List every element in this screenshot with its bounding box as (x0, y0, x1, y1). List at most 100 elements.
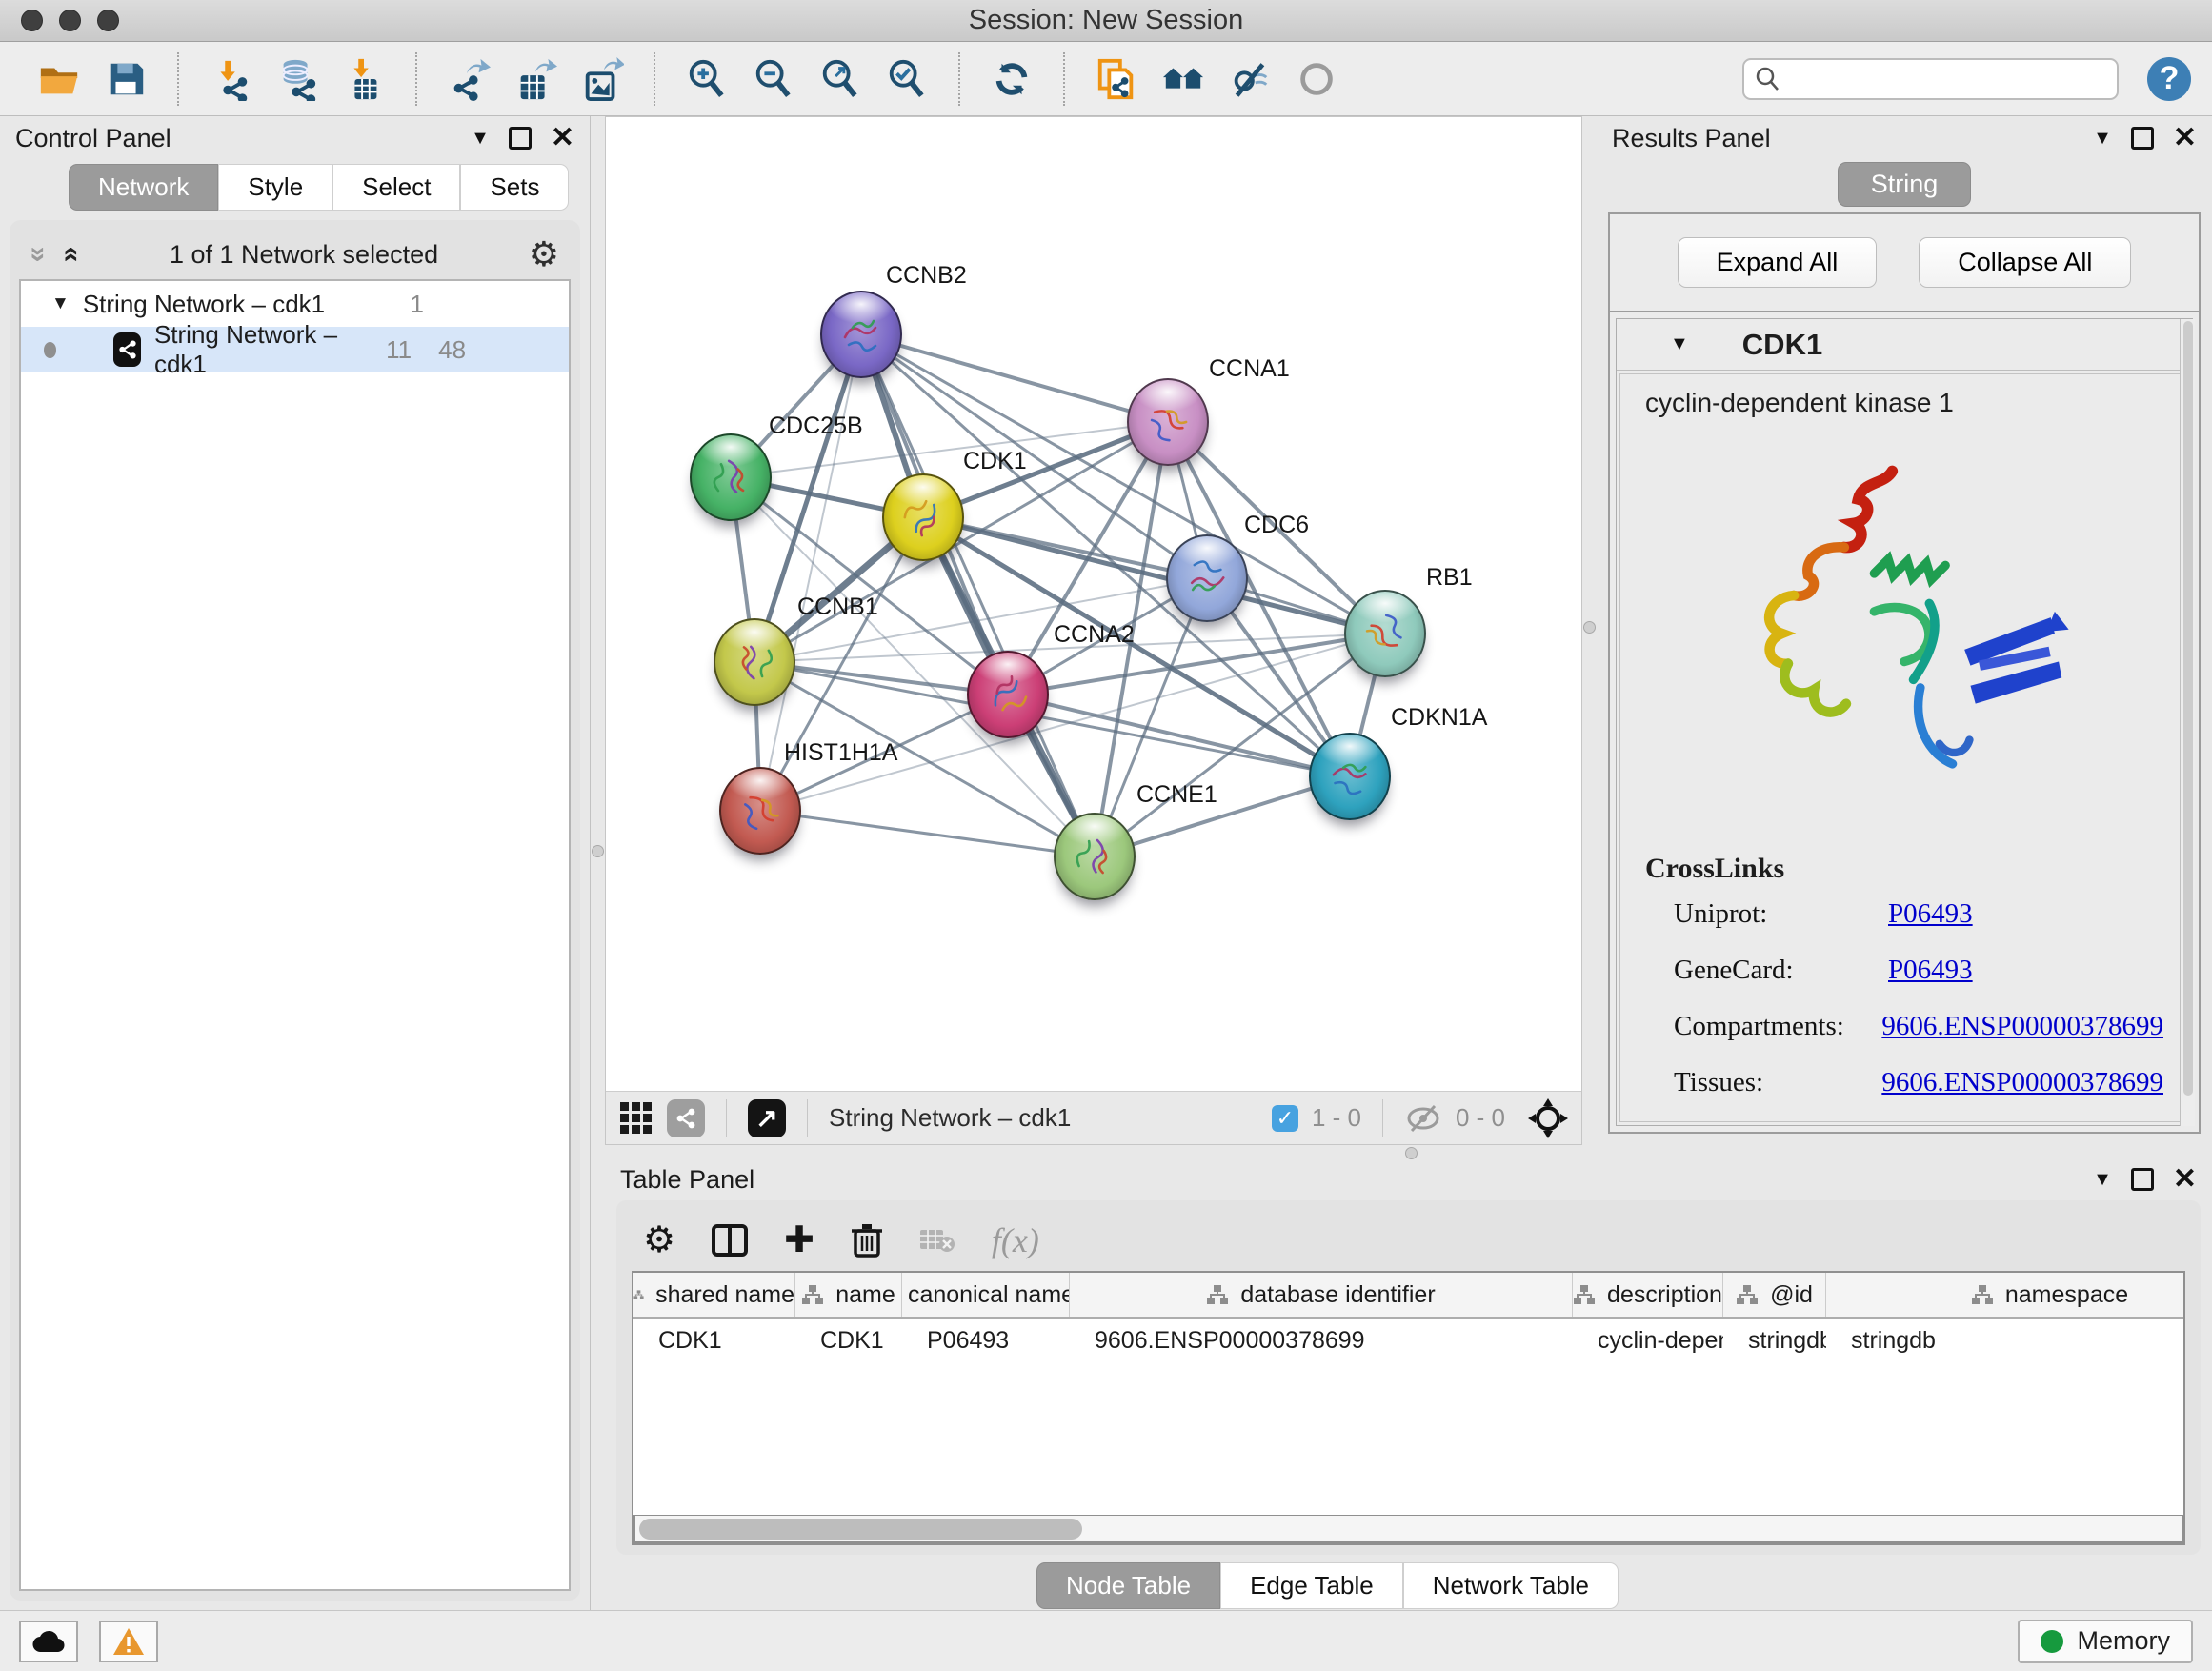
collapse-all-networks-icon[interactable]: » (22, 247, 54, 263)
control-panel-menu-caret-icon[interactable]: ▼ (471, 128, 490, 150)
node-RB1[interactable] (1344, 590, 1426, 677)
network-options-gear-icon[interactable]: ⚙ (529, 237, 559, 272)
create-column-plus-icon[interactable]: ✚ (784, 1222, 814, 1258)
eye-icon (1295, 57, 1338, 101)
column-header-namespace[interactable]: namespace (1826, 1273, 2185, 1317)
export-network-button[interactable] (446, 56, 492, 102)
node-CDKN1A[interactable] (1309, 733, 1391, 820)
edge-CCNB2-CCNA1[interactable] (861, 334, 1168, 422)
tab-network[interactable]: Network (69, 164, 218, 211)
tab-sets[interactable]: Sets (460, 164, 569, 211)
column-header-shared-name[interactable]: shared name (633, 1273, 795, 1317)
column-header-canonical-name[interactable]: canonical name (902, 1273, 1070, 1317)
tab-node-table[interactable]: Node Table (1036, 1562, 1220, 1609)
protein-thumbnail-icon (703, 450, 758, 505)
column-header-name[interactable]: name (795, 1273, 902, 1317)
crosslink-link[interactable]: 9606.ENSP00000378699 (1881, 1067, 2163, 1098)
scrollbar-thumb[interactable] (639, 1519, 1082, 1540)
edge-CCNB2-CCNE1[interactable] (861, 334, 1095, 856)
export-table-button[interactable] (513, 56, 558, 102)
edge-HIST1H1A-CCNE1[interactable] (760, 811, 1095, 856)
import-network-database-button[interactable] (274, 56, 320, 102)
birdseye-crosshair-icon[interactable] (1528, 1098, 1568, 1138)
results-scrollbar[interactable] (2180, 319, 2195, 1126)
export-image-button[interactable] (579, 56, 625, 102)
gene-section-caret-icon[interactable]: ▼ (1670, 333, 1689, 355)
crosslink-link[interactable]: 9606.ENSP00000378699 (1881, 1011, 2163, 1042)
string-home-button[interactable] (1160, 56, 1206, 102)
edge-CDK1-RB1[interactable] (923, 517, 1385, 634)
warning-status-button[interactable] (99, 1621, 158, 1662)
tab-select[interactable]: Select (332, 164, 460, 211)
horizontal-splitter[interactable] (605, 1145, 2212, 1160)
splitter-handle[interactable] (1583, 621, 1596, 634)
zoom-in-button[interactable] (684, 56, 730, 102)
refresh-button[interactable] (989, 56, 1035, 102)
help-button[interactable]: ? (2147, 57, 2191, 101)
control-panel-close-icon[interactable]: ✕ (551, 124, 574, 152)
zoom-out-button[interactable] (751, 56, 796, 102)
column-header-description[interactable]: description (1573, 1273, 1723, 1317)
detach-view-icon[interactable]: ↗ (748, 1099, 786, 1137)
node-CCNA1[interactable] (1127, 378, 1209, 466)
column-header--id[interactable]: @id (1723, 1273, 1826, 1317)
tab-string[interactable]: String (1838, 162, 1972, 207)
vertical-splitter-right[interactable] (1582, 116, 1597, 1145)
tab-edge-table[interactable]: Edge Table (1220, 1562, 1403, 1609)
results-panel-float-icon[interactable] (2131, 127, 2154, 150)
network-edge-count: 48 (438, 335, 466, 365)
tab-style[interactable]: Style (218, 164, 332, 211)
column-header-database-identifier[interactable]: database identifier (1070, 1273, 1573, 1317)
table-panel-close-icon[interactable]: ✕ (2173, 1165, 2197, 1194)
import-network-file-button[interactable] (208, 56, 253, 102)
expand-all-button[interactable]: Expand All (1678, 237, 1878, 288)
search-input[interactable] (1788, 64, 2107, 93)
splitter-handle[interactable] (1405, 1147, 1418, 1159)
delete-column-trash-icon[interactable] (851, 1222, 883, 1258)
import-table-icon (342, 57, 386, 101)
results-panel-menu-caret-icon[interactable]: ▼ (2093, 128, 2112, 150)
memory-button[interactable]: Memory (2018, 1620, 2193, 1663)
zoom-out-icon (752, 57, 795, 101)
table-horizontal-scrollbar[interactable] (633, 1515, 2183, 1543)
node-CCNA2[interactable] (967, 651, 1049, 738)
node-CCNE1[interactable] (1054, 813, 1136, 900)
zoom-selected-button[interactable] (884, 56, 930, 102)
cloud-status-button[interactable] (19, 1621, 78, 1662)
import-table-file-button[interactable] (341, 56, 387, 102)
results-panel-close-icon[interactable]: ✕ (2173, 124, 2197, 152)
show-eye-button[interactable] (1294, 56, 1339, 102)
collapse-all-button[interactable]: Collapse All (1919, 237, 2131, 288)
hide-glasses-button[interactable] (1227, 56, 1273, 102)
table-row[interactable]: CDK1CDK1P064939606.ENSP00000378699cyclin… (633, 1319, 2183, 1362)
clone-network-button[interactable] (1094, 56, 1139, 102)
expand-all-networks-icon[interactable]: « (55, 247, 88, 263)
save-session-button[interactable] (103, 56, 149, 102)
network-canvas[interactable]: CCNB2 CCNA1 CDC25B CDK1 CDC6 RB1 (606, 117, 1581, 1091)
node-CDC25B[interactable] (690, 433, 772, 521)
table-panel-float-icon[interactable] (2131, 1168, 2154, 1191)
table-options-gear-icon[interactable]: ⚙ (643, 1222, 675, 1258)
table-panel-menu-caret-icon[interactable]: ▼ (2093, 1169, 2112, 1191)
crosslink-link[interactable]: P06493 (1888, 898, 1973, 930)
vertical-splitter-left[interactable] (591, 116, 605, 1610)
crosslink-link[interactable]: P06493 (1888, 955, 1973, 986)
crosslink-row: GeneCard:P06493 (1674, 955, 2163, 986)
tab-network-table[interactable]: Network Table (1403, 1562, 1619, 1609)
selected-checkbox-icon[interactable]: ✓ (1272, 1105, 1298, 1132)
network-row[interactable]: String Network – cdk1 11 48 (21, 327, 569, 372)
node-HIST1H1A[interactable] (719, 767, 801, 855)
collection-caret-icon[interactable]: ▼ (51, 293, 70, 314)
node-CDK1[interactable] (882, 473, 964, 561)
control-panel-float-icon[interactable] (509, 127, 532, 150)
node-CCNB2[interactable] (820, 291, 902, 378)
show-columns-icon[interactable] (712, 1224, 748, 1257)
grid-view-icon[interactable] (619, 1101, 654, 1136)
protein-thumbnail-icon (1318, 745, 1382, 809)
zoom-fit-button[interactable] (817, 56, 863, 102)
node-CCNB1[interactable] (714, 618, 795, 706)
splitter-handle[interactable] (592, 845, 604, 857)
node-CDC6[interactable] (1166, 534, 1248, 622)
open-session-button[interactable] (36, 56, 82, 102)
network-badge-icon[interactable] (667, 1099, 705, 1137)
